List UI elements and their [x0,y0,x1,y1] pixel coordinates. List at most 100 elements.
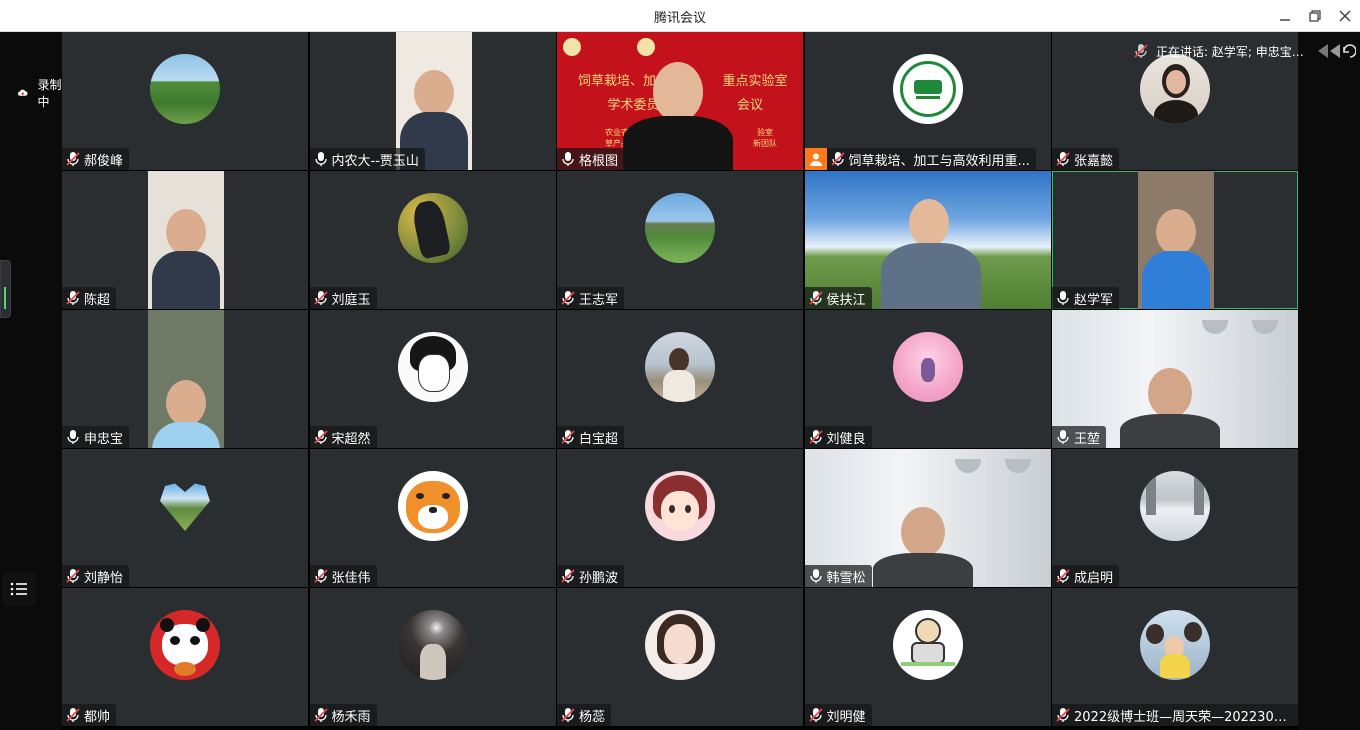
person-body [1120,414,1220,448]
participant-tile[interactable]: 成启明 [1052,449,1298,587]
name-tag: 杨蕊 [557,704,612,726]
participant-tile[interactable]: 陈超 [62,171,308,309]
participant-name: 成启明 [1074,570,1114,586]
avatar [397,471,468,541]
mic-on-icon [1057,291,1069,305]
person-body [880,243,981,309]
avatar [150,54,220,124]
participant-tile[interactable]: 饲草栽培、加工与高效利用重... [804,32,1051,170]
name-tag: 郝俊峰 [62,148,130,170]
participant-name: 内农大--贾玉山 [331,153,419,169]
collapse-arrows-icon[interactable] [1314,42,1356,60]
maximize-button[interactable] [1300,0,1330,31]
mic-muted-icon [66,152,80,166]
participant-tile[interactable]: 都帅 [62,588,308,726]
avatar [892,332,963,402]
participant-tile[interactable]: 侯扶江 [804,171,1051,309]
mic-muted-icon [561,569,575,583]
participant-tile[interactable]: 饲草栽培、加工与 重点实验室 学术委员会 会议 农业农村部 验室 草产品加工 新… [557,32,803,170]
participant-name: 陈超 [84,292,111,308]
participant-tile[interactable]: 刘庭玉 [309,171,556,309]
mic-on-icon [67,430,79,444]
person-body [872,553,973,587]
name-tag: 成启明 [1052,565,1120,587]
mic-muted-icon [313,569,328,583]
webcam-feed [148,171,224,309]
window-title: 腾讯会议 [653,11,706,26]
webcam-feed [1138,171,1214,309]
participant-tile[interactable]: 赵学军 [1052,171,1298,309]
mic-muted-icon [313,430,328,444]
participant-name: 宋超然 [331,431,371,447]
participant-tile[interactable]: 孙鹏波 [557,449,803,587]
avatar [645,193,715,263]
mic-muted-icon [66,569,80,583]
name-tag: 张嘉懿 [1052,148,1120,170]
participant-name: 赵学军 [1074,292,1114,308]
participant-name: 饲草栽培、加工与高效利用重... [848,153,1030,169]
speaking-indicator: 正在讲话: 赵学军; 申忠宝;... [1134,42,1356,60]
person-face [908,199,949,247]
name-tag: 白宝超 [557,426,625,448]
logo-right-icon [637,38,655,56]
participant-tile[interactable]: 刘健良 [804,310,1051,448]
mic-muted-icon [313,708,328,722]
participant-tile[interactable]: 申忠宝 [62,310,308,448]
participant-tile[interactable]: 刘明健 [804,588,1051,726]
name-tag: 刘健良 [804,426,872,448]
mic-muted-icon [1056,708,1070,722]
minimize-button[interactable] [1270,0,1300,31]
avatar [150,610,220,680]
title-bar: 腾讯会议 [0,0,1360,32]
mic-muted-icon [66,708,80,722]
recording-indicator[interactable]: 录制中 [18,76,62,110]
participant-name: 王堃 [1074,431,1101,447]
participant-tile[interactable]: 白宝超 [557,310,803,448]
mic-muted-icon [1056,152,1070,166]
mic-muted-icon [313,291,328,305]
avatar [1140,54,1210,124]
webcam-feed [148,310,224,448]
participant-tile[interactable]: 刘静怡 [62,449,308,587]
name-tag: 张佳伟 [309,565,377,587]
participant-name: 刘健良 [826,431,866,447]
list-icon [10,582,27,596]
participant-name: 杨蕊 [579,709,606,725]
person-face [166,380,206,426]
avatar [645,471,715,541]
name-tag: 2022级博士班—周天荣—2022302... [1052,704,1298,726]
mic-muted-icon [1056,569,1070,583]
mic-muted-icon [808,708,823,722]
minimize-icon [1280,18,1290,21]
participant-list-button[interactable] [2,572,36,606]
participant-tile[interactable]: 宋超然 [309,310,556,448]
name-tag: 韩雪松 [804,565,872,587]
name-tag: 宋超然 [309,426,377,448]
left-rail: 录制中 [0,32,62,730]
participant-tile[interactable]: 韩雪松 [804,449,1051,587]
participant-name: 格根图 [579,153,619,169]
participant-tile[interactable]: 杨禾雨 [309,588,556,726]
name-tag: 申忠宝 [62,426,130,448]
participant-tile[interactable]: 王志军 [557,171,803,309]
speaker-face [653,62,703,122]
participant-name: 申忠宝 [84,431,124,447]
participant-tile[interactable]: 郝俊峰 [62,32,308,170]
participant-tile[interactable]: 杨蕊 [557,588,803,726]
name-tag: 刘庭玉 [309,287,377,309]
avatar [892,54,963,124]
participant-tile[interactable]: 2022级博士班—周天荣—2022302... [1052,588,1298,726]
name-tag: 饲草栽培、加工与高效利用重... [826,148,1036,170]
participant-tile[interactable]: 张佳伟 [309,449,556,587]
avatar [397,332,468,402]
participant-name: 张佳伟 [331,570,371,586]
participant-tile[interactable]: 内农大--贾玉山 [309,32,556,170]
mic-muted-icon [561,708,575,722]
participant-tile[interactable]: 王堃 [1052,310,1298,448]
name-tag: 陈超 [62,287,117,309]
cloud-record-icon [18,89,28,96]
name-tag: 杨禾雨 [309,704,377,726]
participant-grid: 郝俊峰 内农大--贾玉山 饲草栽培、加工与 重点实验室 学术委员会 会议 农业农… [62,32,1298,730]
avatar [397,193,468,263]
close-button[interactable] [1330,0,1360,31]
